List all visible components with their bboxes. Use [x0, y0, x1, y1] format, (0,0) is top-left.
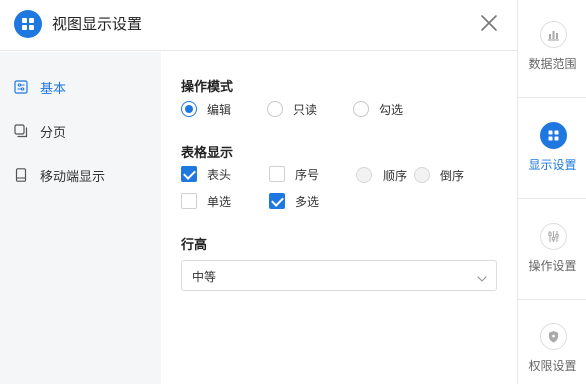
row-height-select[interactable]: 中等 — [181, 260, 497, 291]
left-nav: 基本 分页 移动端显示 — [0, 52, 161, 384]
sliders-icon — [14, 79, 28, 94]
section-title-mode: 操作模式 — [181, 80, 234, 95]
rail-label: 操作设置 — [528, 259, 577, 273]
radio-label: 只读 — [293, 103, 318, 117]
section-title-table: 表格显示 — [181, 146, 234, 161]
dialog-header: 视图显示设置 — [0, 0, 517, 51]
chevron-down-icon — [476, 270, 488, 282]
radio-label: 勾选 — [379, 103, 404, 117]
close-icon[interactable] — [478, 12, 500, 34]
checkbox-control[interactable] — [181, 193, 197, 209]
rail-label: 数据范围 — [528, 57, 577, 71]
radio-label: 倒序 — [440, 169, 465, 183]
rail-label: 显示设置 — [528, 158, 577, 172]
checkbox-control[interactable] — [181, 166, 197, 182]
radio-control[interactable] — [414, 167, 430, 183]
nav-item-mobile-display[interactable]: 移动端显示 — [0, 154, 161, 194]
radio-control[interactable] — [356, 167, 372, 183]
grid-icon — [14, 10, 42, 38]
dialog-title: 视图显示设置 — [52, 15, 143, 33]
bar-chart-icon — [540, 21, 567, 48]
settings-panel: 操作模式 编辑 只读 勾选 表格显示 表头 序号 顺序 倒序 单选 多选 行高 … — [161, 52, 517, 384]
checkbox-control[interactable] — [269, 193, 285, 209]
nav-item-basic[interactable]: 基本 — [0, 66, 161, 106]
radio-control[interactable] — [267, 101, 283, 117]
checkbox-label: 单选 — [207, 195, 232, 209]
radio-control[interactable] — [181, 101, 197, 117]
checkbox-label: 多选 — [295, 195, 320, 209]
rail-label: 权限设置 — [528, 359, 577, 373]
checkbox-label: 表头 — [207, 168, 232, 182]
nav-item-label: 分页 — [40, 126, 67, 141]
right-rail: 数据范围 显示设置 操作设置 权限设置 — [517, 0, 586, 384]
checkbox-control[interactable] — [269, 166, 285, 182]
checkbox-label: 序号 — [295, 168, 320, 182]
radio-control[interactable] — [353, 101, 369, 117]
nav-item-label: 基本 — [40, 82, 67, 97]
radio-label: 顺序 — [383, 169, 408, 183]
mobile-icon — [14, 167, 28, 182]
rail-item-operation-settings[interactable]: 操作设置 — [518, 199, 586, 299]
sliders-vertical-icon — [540, 223, 567, 250]
rail-item-display-settings[interactable]: 显示设置 — [518, 98, 586, 198]
rail-item-permission-settings[interactable]: 权限设置 — [518, 300, 586, 384]
grid-icon — [540, 122, 567, 149]
pages-icon — [14, 123, 28, 138]
nav-item-label: 移动端显示 — [40, 170, 106, 185]
nav-item-pagination[interactable]: 分页 — [0, 110, 161, 150]
view-display-settings-dialog: 视图显示设置 基本 分页 移动端显示 操作模式 编辑 只读 勾选 表格显示 表头… — [0, 0, 586, 384]
select-value: 中等 — [192, 270, 217, 284]
section-title-row-height: 行高 — [181, 238, 208, 253]
radio-label: 编辑 — [207, 103, 232, 117]
shield-icon — [540, 323, 567, 350]
rail-item-data-range[interactable]: 数据范围 — [518, 0, 586, 100]
